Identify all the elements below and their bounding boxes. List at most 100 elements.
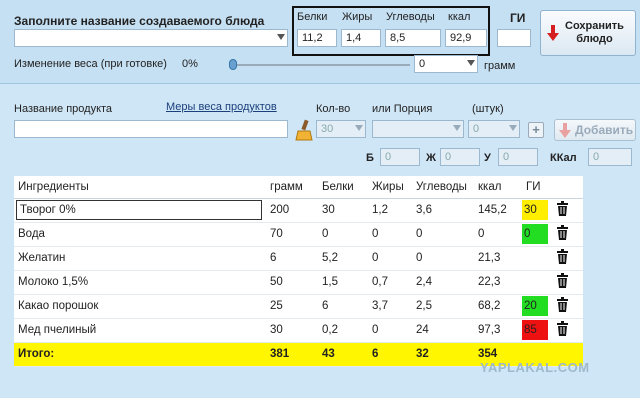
b-field[interactable]: 0 [380, 148, 420, 166]
weight-change-percent: 0% [182, 58, 198, 70]
delete-row-button[interactable] [552, 270, 583, 295]
total-proteins: 43 [318, 342, 368, 367]
kcal-label: ккал [448, 11, 471, 23]
qty-select[interactable]: 30 [316, 120, 366, 138]
pcs-select[interactable]: 0 [468, 120, 520, 138]
chevron-down-icon [355, 125, 363, 131]
b-label: Б [366, 152, 374, 164]
total-carbs: 32 [412, 342, 474, 367]
cell-fats: 0 [368, 318, 412, 343]
proteins-label: Белки [297, 11, 328, 23]
delete-row-button[interactable] [552, 246, 583, 271]
trash-icon[interactable] [556, 249, 569, 267]
weight-measures-link[interactable]: Меры веса продуктов [166, 101, 277, 113]
cell-name: Мед пчелиный [14, 318, 266, 343]
delete-row-button[interactable] [552, 318, 583, 343]
trash-icon[interactable] [556, 297, 569, 315]
delete-row-button[interactable] [552, 294, 583, 319]
cell-gram: 30 [266, 318, 318, 343]
cell-gi: 85 [522, 318, 552, 343]
cell-kcal: 97,3 [474, 318, 522, 343]
qty-label: Кол-во [316, 103, 351, 115]
cell-gi [522, 246, 552, 271]
ingredient-name: Молоко 1,5% [18, 276, 89, 288]
chevron-down-icon [453, 125, 461, 131]
trash-icon[interactable] [556, 321, 569, 339]
cell-carbs: 2,5 [412, 294, 474, 319]
ingredient-name: Мед пчелиный [18, 324, 97, 336]
gi-label: ГИ [510, 11, 526, 25]
cell-fats: 1,2 [368, 198, 412, 223]
trash-icon[interactable] [556, 201, 569, 219]
cell-proteins: 1,5 [318, 270, 368, 295]
u-field[interactable]: 0 [498, 148, 538, 166]
cell-gram: 50 [266, 270, 318, 295]
total-label: Итого: [14, 342, 266, 367]
table-row[interactable]: Мед пчелиный 30 0,2 0 24 97,3 85 [14, 318, 583, 343]
portion-select[interactable] [372, 120, 464, 138]
table-row[interactable]: Желатин 6 5,2 0 0 21,3 [14, 246, 583, 271]
ingredient-name[interactable]: Творог 0% [16, 200, 262, 220]
gi-badge: 0 [522, 224, 548, 244]
kcal-entry-field[interactable]: 0 [588, 148, 632, 166]
trash-icon[interactable] [556, 273, 569, 291]
header-proteins: Белки [318, 176, 368, 199]
header-delete [552, 176, 583, 199]
product-name-input[interactable] [14, 120, 288, 138]
cell-proteins: 5,2 [318, 246, 368, 271]
table-row[interactable]: Молоко 1,5% 50 1,5 0,7 2,4 22,3 [14, 270, 583, 295]
cell-name: Какао порошок [14, 294, 266, 319]
weight-change-label: Изменение веса (при готовке) [14, 58, 167, 70]
delete-row-button[interactable] [552, 198, 583, 223]
ingredient-name: Какао порошок [18, 300, 99, 312]
dish-title-label: Заполните название создаваемого блюда [14, 14, 265, 28]
table-row[interactable]: Какао порошок 25 6 3,7 2,5 68,2 20 [14, 294, 583, 319]
header-kcal: ккал [474, 176, 522, 199]
gi-badge [522, 272, 548, 292]
cell-gram: 70 [266, 222, 318, 247]
zh-field[interactable]: 0 [440, 148, 480, 166]
gi-field[interactable] [497, 29, 531, 47]
cell-fats: 0,7 [368, 270, 412, 295]
chevron-down-icon [277, 34, 285, 40]
kcal-entry-label: ККал [550, 152, 577, 164]
table-row[interactable]: Вода 70 0 0 0 0 0 [14, 222, 583, 247]
table-row[interactable]: Творог 0% 200 30 1,2 3,6 145,2 30 [14, 198, 583, 223]
brush-icon[interactable] [294, 119, 316, 141]
weight-slider-track[interactable] [234, 64, 410, 66]
save-dish-button[interactable]: Сохранить блюдо [540, 10, 636, 56]
plus-icon[interactable]: + [528, 122, 544, 138]
ingredient-name: Желатин [18, 252, 66, 264]
total-fats: 6 [368, 342, 412, 367]
kcal-field[interactable]: 92,9 [445, 29, 487, 47]
gi-badge: 30 [522, 200, 548, 220]
header-gram: грамм [266, 176, 318, 199]
cell-carbs: 0 [412, 222, 474, 247]
cell-proteins: 6 [318, 294, 368, 319]
add-product-button[interactable]: Добавить [554, 119, 636, 141]
gi-badge: 20 [522, 296, 548, 316]
weight-slider-handle[interactable] [229, 59, 237, 70]
header-ingredients: Ингредиенты [14, 176, 266, 199]
weight-value-select[interactable]: 0 [414, 55, 478, 73]
cell-gi [522, 270, 552, 295]
cell-gram: 200 [266, 198, 318, 223]
header-carbs: Углеводы [412, 176, 474, 199]
fats-field[interactable]: 1,4 [341, 29, 381, 47]
chevron-down-icon [509, 125, 517, 131]
proteins-field[interactable]: 11,2 [297, 29, 337, 47]
cell-carbs: 24 [412, 318, 474, 343]
delete-row-button[interactable] [552, 222, 583, 247]
dish-name-select[interactable] [14, 29, 288, 47]
cell-carbs: 3,6 [412, 198, 474, 223]
cell-kcal: 22,3 [474, 270, 522, 295]
cell-kcal: 145,2 [474, 198, 522, 223]
fats-label: Жиры [342, 11, 373, 23]
portion-label: или Порция [372, 103, 433, 115]
carbs-label: Углеводы [386, 11, 435, 23]
trash-icon[interactable] [556, 225, 569, 243]
cell-kcal: 21,3 [474, 246, 522, 271]
carbs-field[interactable]: 8,5 [385, 29, 441, 47]
weight-unit-label: грамм [484, 60, 516, 72]
product-name-label: Название продукта [14, 103, 113, 115]
